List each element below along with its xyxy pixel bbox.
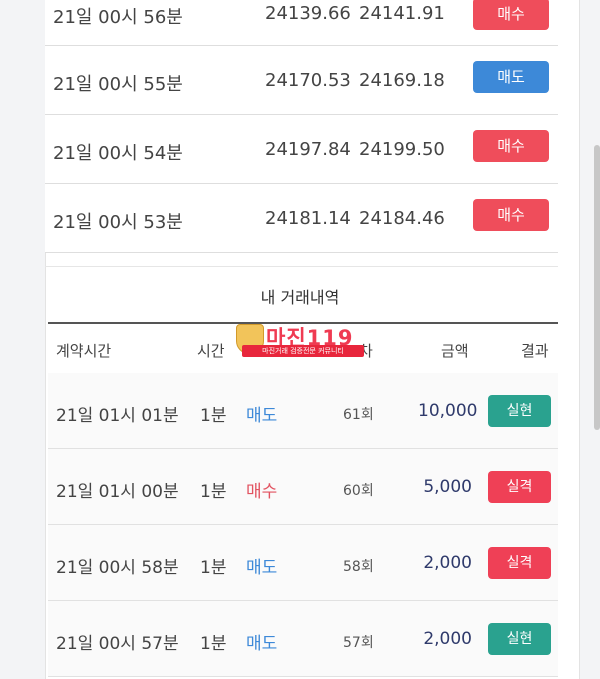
history-row: 21일 01시 01분 1분 매도 61회 10,000 실현: [48, 373, 558, 449]
section-divider: [45, 266, 558, 267]
trade-row: 21일 00시 55분 24170.53 24169.18 매도: [45, 46, 558, 115]
history-row: 21일 00시 58분 1분 매도 58회 2,000 실격: [48, 525, 558, 601]
history-row: 21일 00시 57분 1분 매도 57회 2,000 실현: [48, 601, 558, 677]
history-amount: 2,000: [423, 553, 472, 573]
watermark-logo: 마진119 마진거래 검증전문 커뮤니티: [236, 322, 364, 358]
history-round: 61회: [343, 407, 374, 423]
trade-close-price: 24169.18: [359, 70, 445, 91]
trade-open-price: 24170.53: [265, 70, 351, 91]
history-time: 21일 00시 58분: [56, 558, 179, 578]
result-badge-lose: 실격: [488, 547, 551, 579]
column-header-duration: 시간: [197, 342, 225, 360]
history-row: 21일 01시 00분 1분 매수 60회 5,000 실격: [48, 449, 558, 525]
history-amount: 2,000: [423, 629, 472, 649]
history-direction: 매수: [246, 482, 278, 502]
history-direction: 매도: [246, 558, 278, 578]
history-direction: 매도: [246, 634, 278, 654]
result-badge-win: 실현: [488, 623, 551, 655]
history-duration: 1분: [200, 482, 227, 502]
trade-time: 21일 00시 54분: [53, 143, 183, 164]
trade-open-price: 24181.14: [265, 208, 351, 229]
history-time: 21일 00시 57분: [56, 634, 179, 654]
trade-row: 21일 00시 56분 24139.66 24141.91 매수: [45, 0, 558, 46]
trade-close-price: 24184.46: [359, 208, 445, 229]
history-title: 내 거래내역: [260, 288, 340, 307]
trade-time: 21일 00시 53분: [53, 212, 183, 233]
history-time: 21일 01시 00분: [56, 482, 179, 502]
trade-row: 21일 00시 54분 24197.84 24199.50 매수: [45, 115, 558, 184]
history-duration: 1분: [200, 406, 227, 426]
history-amount: 5,000: [423, 477, 472, 497]
trade-time: 21일 00시 56분: [53, 7, 183, 28]
trade-open-price: 24197.84: [265, 139, 351, 160]
result-badge-lose: 실격: [488, 471, 551, 503]
watermark-tagline: 마진거래 검증전문 커뮤니티: [242, 345, 364, 357]
trade-close-price: 24141.91: [359, 3, 445, 24]
history-duration: 1분: [200, 634, 227, 654]
column-header-time: 계약시간: [56, 342, 112, 360]
history-direction: 매도: [246, 406, 278, 426]
column-header-amount: 금액: [441, 342, 469, 360]
sell-button[interactable]: 매도: [473, 61, 549, 93]
history-round: 60회: [343, 483, 374, 499]
history-round: 58회: [343, 559, 374, 575]
history-time: 21일 01시 01분: [56, 406, 179, 426]
history-round: 57회: [343, 635, 374, 651]
result-badge-win: 실현: [488, 395, 551, 427]
history-amount: 10,000: [418, 401, 478, 421]
buy-button[interactable]: 매수: [473, 130, 549, 162]
trade-row: 21일 00시 53분 24181.14 24184.46 매수: [45, 184, 558, 253]
column-header-result: 결과: [521, 342, 549, 360]
trade-close-price: 24199.50: [359, 139, 445, 160]
buy-button[interactable]: 매수: [473, 0, 549, 30]
history-duration: 1분: [200, 558, 227, 578]
buy-button[interactable]: 매수: [473, 199, 549, 231]
trade-time: 21일 00시 55분: [53, 74, 183, 95]
trade-open-price: 24139.66: [265, 3, 351, 24]
